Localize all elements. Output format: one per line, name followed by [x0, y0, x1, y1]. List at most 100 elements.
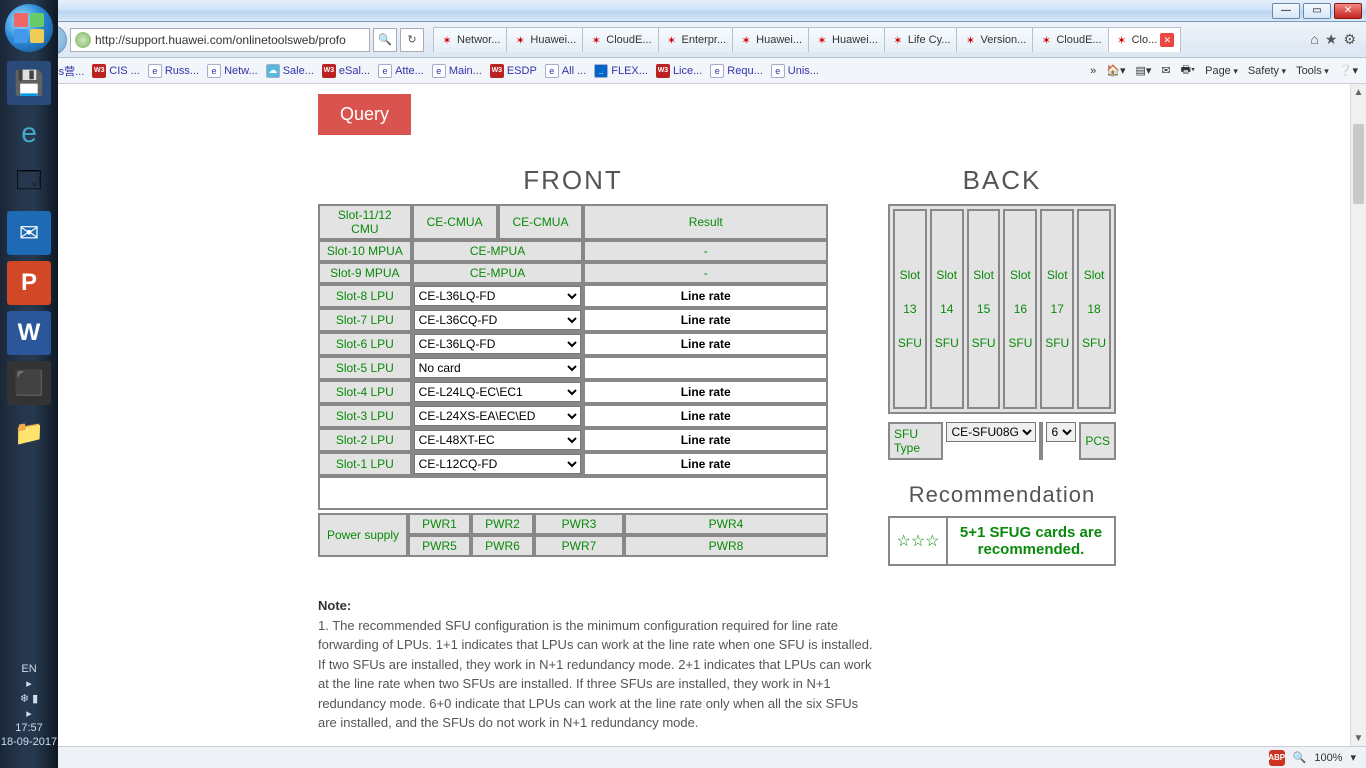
close-tab-icon[interactable]: ✕ — [1160, 33, 1174, 47]
pwr-cell: PWR7 — [534, 535, 624, 557]
tab-1[interactable]: ✶Huawei... — [506, 27, 583, 52]
window-max-button[interactable] — [1303, 3, 1331, 19]
fav-link[interactable]: eAll ... — [545, 64, 586, 78]
tray-chevron-icon[interactable]: ▸ — [1, 677, 57, 690]
slot-result: - — [583, 262, 828, 284]
fav-link[interactable]: eMain... — [432, 64, 482, 78]
tray-icon[interactable]: ❄ — [20, 693, 29, 705]
mail-icon[interactable]: ✉ — [1161, 64, 1170, 77]
taskbar-word-icon[interactable]: W — [7, 311, 51, 355]
fav-link[interactable]: eRequ... — [710, 64, 762, 78]
tools-menu[interactable]: Tools — [1296, 65, 1329, 77]
refresh-button[interactable]: ↻ — [400, 28, 424, 52]
fav-link[interactable]: W3eSal... — [322, 64, 370, 78]
rss-icon[interactable]: ▤▾ — [1136, 64, 1152, 77]
tools-gear-icon[interactable]: ⚙ — [1343, 31, 1356, 48]
chevrons-icon[interactable]: » — [1090, 65, 1096, 77]
front-panel: FRONT Slot-11/12 CMU CE-CMUA CE-CMUA Res… — [318, 165, 828, 557]
safety-menu[interactable]: Safety — [1248, 65, 1286, 77]
note-body: 1. The recommended SFU configuration is … — [318, 618, 873, 731]
sfu-type-select[interactable]: CE-SFU08G — [946, 422, 1036, 442]
slot-label: Slot-11/12 CMU — [318, 204, 412, 240]
taskbar-ie-icon[interactable]: e — [7, 111, 51, 155]
start-button[interactable] — [5, 4, 53, 52]
tab-3[interactable]: ✶Enterpr... — [658, 27, 734, 52]
sfu-slot: Slot16SFU — [1003, 209, 1037, 409]
scroll-up-icon[interactable]: ▲ — [1351, 84, 1366, 100]
tab-8[interactable]: ✶CloudE... — [1032, 27, 1108, 52]
print-icon[interactable]: 🖶▾ — [1181, 61, 1195, 80]
window-close-button[interactable] — [1334, 3, 1362, 19]
zoom-level[interactable]: 100% — [1314, 752, 1342, 764]
scroll-down-icon[interactable]: ▼ — [1351, 730, 1366, 746]
fav-link[interactable]: W3CIS ... — [92, 64, 140, 78]
slot-label: Slot-7 LPU — [318, 308, 412, 332]
zoom-dropdown-icon[interactable]: ▾ — [1350, 751, 1356, 764]
spacer — [1039, 422, 1043, 460]
fav-link[interactable]: eNetw... — [207, 64, 258, 78]
lpu-select-8[interactable]: CE-L36LQ-FD — [414, 286, 582, 306]
recommendation-header: Recommendation — [888, 482, 1116, 508]
tab-9[interactable]: ✶Clo...✕ — [1108, 27, 1182, 52]
browser-tabs: ✶Networ... ✶Huawei... ✶CloudE... ✶Enterp… — [433, 27, 1301, 52]
tab-6[interactable]: ✶Life Cy... — [884, 27, 958, 52]
home-icon[interactable]: ⌂ — [1310, 31, 1318, 48]
tab-2[interactable]: ✶CloudE... — [582, 27, 658, 52]
taskbar-powerpoint-icon[interactable]: P — [7, 261, 51, 305]
taskbar-save-icon[interactable]: 💾 — [7, 61, 51, 105]
slot-result: Line rate — [583, 332, 828, 356]
taskbar-outlook-icon[interactable]: ✉ — [7, 211, 51, 255]
page-content: Query FRONT Slot-11/12 CMU CE-CMUA CE-CM… — [58, 84, 1366, 746]
sfu-qty-select[interactable]: 6 — [1046, 422, 1076, 442]
taskbar-explorer-icon[interactable]: 📁 — [7, 411, 51, 455]
huawei-icon: ✶ — [513, 33, 527, 47]
home-dropdown-icon[interactable]: 🏠▾ — [1106, 64, 1125, 77]
tray-chevron-icon[interactable]: ▸ — [1, 707, 57, 720]
search-button[interactable]: 🔍 — [373, 28, 397, 52]
huawei-icon: ✶ — [1039, 33, 1053, 47]
lpu-select-6[interactable]: CE-L36LQ-FD — [414, 334, 582, 354]
scroll-thumb[interactable] — [1353, 124, 1364, 204]
lang-indicator[interactable]: EN — [1, 663, 57, 675]
battery-icon[interactable]: ▮ — [32, 693, 38, 705]
vertical-scrollbar[interactable]: ▲ ▼ — [1350, 84, 1366, 746]
lpu-select-4[interactable]: CE-L24LQ-EC\EC1 — [414, 382, 582, 402]
slot-card: CE-MPUA — [412, 240, 584, 262]
lpu-select-3[interactable]: CE-L24XS-EA\EC\ED — [414, 406, 582, 426]
fav-link[interactable]: ☁Sale... — [266, 64, 314, 78]
lpu-select-1[interactable]: CE-L12CQ-FD — [414, 454, 582, 474]
fav-link[interactable]: eAtte... — [378, 64, 424, 78]
page-menu[interactable]: Page — [1205, 65, 1238, 77]
fav-link[interactable]: W3ESDP — [490, 64, 537, 78]
power-label: Power supply — [318, 513, 408, 557]
clock-time[interactable]: 17:57 — [1, 722, 57, 734]
query-button[interactable]: Query — [318, 94, 411, 135]
slot-result: - — [583, 240, 828, 262]
taskbar-app-icon[interactable]: 🗔 — [7, 161, 51, 205]
tab-7[interactable]: ✶Version... — [956, 27, 1033, 52]
spacer-row — [318, 476, 828, 510]
taskbar-adobe-icon[interactable]: ⬛ — [7, 361, 51, 405]
address-bar[interactable]: http://support.huawei.com/onlinetoolsweb… — [70, 28, 370, 52]
window-min-button[interactable] — [1272, 3, 1300, 19]
fav-link[interactable]: ..FLEX... — [594, 64, 648, 78]
slot-result: Line rate — [583, 380, 828, 404]
system-tray: EN ▸ ❄ ▮ ▸ 17:57 18-09-2017 — [1, 661, 57, 768]
favorites-icon[interactable]: ★ — [1325, 31, 1338, 48]
slot-label: Slot-3 LPU — [318, 404, 412, 428]
lpu-select-7[interactable]: CE-L36CQ-FD — [414, 310, 582, 330]
abp-icon[interactable]: ABP — [1269, 750, 1285, 766]
lpu-select-5[interactable]: No card — [414, 358, 582, 378]
tab-0[interactable]: ✶Networ... — [433, 27, 507, 52]
lpu-select-2[interactable]: CE-L48XT-EC — [414, 430, 582, 450]
ie-statusbar: ABP 🔍 100% ▾ — [58, 746, 1366, 768]
fav-link[interactable]: W3Lice... — [656, 64, 702, 78]
fav-link[interactable]: eRuss... — [148, 64, 199, 78]
fav-link[interactable]: eUnis... — [771, 64, 819, 78]
tab-5[interactable]: ✶Huawei... — [808, 27, 885, 52]
favorites-bar: 👁 hoss营... W3CIS ... eRuss... eNetw... ☁… — [0, 58, 1366, 84]
tab-4[interactable]: ✶Huawei... — [732, 27, 809, 52]
help-icon[interactable]: ❔▾ — [1339, 64, 1358, 77]
zoom-icon[interactable]: 🔍 — [1293, 751, 1307, 764]
back-header: BACK — [888, 165, 1116, 196]
